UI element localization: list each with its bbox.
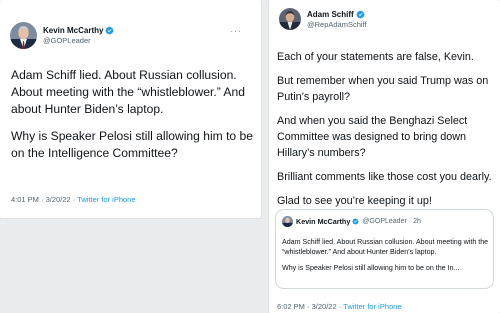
quoted-tweet-text: Adam Schiff lied. About Russian collusio… (282, 231, 491, 281)
quoted-paragraph: Why is Speaker Pelosi still allowing him… (282, 264, 460, 273)
quoted-author-name: Kevin McCarthy (296, 217, 351, 226)
tweet-source-link[interactable]: Twitter for iPhone (343, 302, 401, 311)
tweet-card-schiff: Adam Schiff @RepAdamSchiff Each of your … (269, 0, 500, 313)
author-name-row: Adam Schiff (307, 10, 367, 19)
tweet-header: Adam Schiff @RepAdamSchiff (279, 8, 367, 30)
verified-badge-icon (356, 10, 365, 19)
author-name-row: Kevin McCarthy (43, 26, 114, 35)
author-handle[interactable]: @GOPLeader (43, 36, 114, 45)
avatar-photo (10, 22, 37, 49)
tweet-paragraph: Adam Schiff lied. About Russian collusio… (11, 68, 245, 116)
screenshot-collage: Kevin McCarthy @GOPLeader ··· Adam Schif… (0, 0, 500, 313)
tweet-paragraph: Each of your statements are false, Kevin… (277, 51, 474, 63)
verified-badge-icon (352, 218, 359, 225)
tweet-meta: 6:02 PM · 3/20/22 · Twitter for iPhone (277, 302, 402, 311)
tweet-paragraph: Brilliant comments like those cost you d… (277, 171, 492, 183)
tweet-text: Each of your statements are false, Kevin… (277, 49, 499, 209)
tweet-header: Kevin McCarthy @GOPLeader (10, 22, 114, 49)
quoted-tweet[interactable]: Kevin McCarthy @GOPLeader · 2h Adam Schi… (275, 209, 494, 289)
quoted-avatar (282, 216, 293, 227)
verified-badge-icon (105, 26, 114, 35)
tweet-source-link[interactable]: Twitter for iPhone (77, 195, 135, 204)
tweet-paragraph: Glad to see you’re keeping it up! (277, 195, 432, 207)
tweet-paragraph: Why is Speaker Pelosi still allowing him… (11, 129, 253, 160)
tweet-meta: 4:01 PM · 3/20/22 · Twitter for iPhone (11, 195, 136, 204)
more-options-icon[interactable]: ··· (230, 27, 242, 37)
avatar[interactable] (279, 8, 301, 30)
tweet-card-mccarthy: Kevin McCarthy @GOPLeader ··· Adam Schif… (0, 0, 261, 218)
tweet-text: Adam Schiff lied. About Russian collusio… (11, 67, 257, 162)
avatar-photo (282, 216, 293, 227)
quoted-tweet-header: Kevin McCarthy @GOPLeader · 2h (282, 216, 421, 227)
author-handle[interactable]: @RepAdamSchiff (307, 20, 367, 29)
tweet-timestamp[interactable]: 6:02 PM · 3/20/22 · (277, 302, 341, 311)
author-block: Adam Schiff @RepAdamSchiff (307, 10, 367, 29)
tweet-paragraph: And when you said the Benghazi Select Co… (277, 115, 468, 159)
author-block: Kevin McCarthy @GOPLeader (43, 26, 114, 45)
avatar-photo (279, 8, 301, 30)
quoted-time: · 2h (408, 218, 421, 225)
tweet-timestamp[interactable]: 4:01 PM · 3/20/22 · (11, 195, 75, 204)
author-name[interactable]: Adam Schiff (307, 10, 354, 19)
author-name[interactable]: Kevin McCarthy (43, 26, 103, 35)
avatar[interactable] (10, 22, 37, 49)
quoted-author-handle: @GOPLeader (362, 218, 407, 225)
tweet-paragraph: But remember when you said Trump was on … (277, 75, 489, 103)
quoted-paragraph: Adam Schiff lied. About Russian collusio… (282, 238, 489, 256)
